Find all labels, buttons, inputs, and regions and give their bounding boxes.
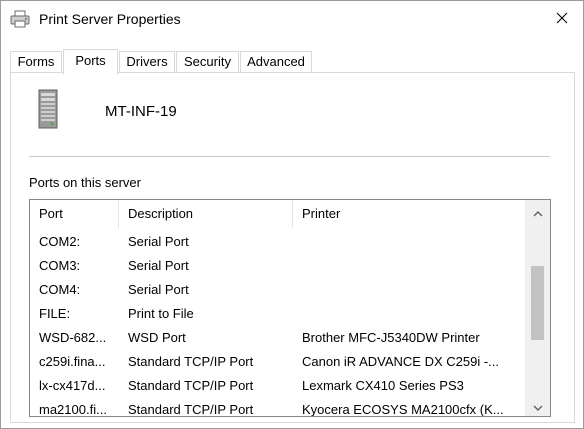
close-icon [556, 12, 568, 27]
list-item[interactable]: COM2: Serial Port [30, 230, 525, 254]
description-cell: Serial Port [128, 234, 189, 249]
port-cell: COM4: [39, 282, 81, 297]
vertical-scrollbar[interactable] [525, 200, 550, 416]
port-cell: COM2: [39, 234, 81, 249]
chevron-down-icon [533, 399, 543, 414]
list-item[interactable]: FILE: Print to File [30, 302, 525, 326]
print-server-properties-window: Print Server Properties Forms Ports Driv… [0, 0, 584, 429]
column-header-port[interactable]: Port [30, 200, 119, 228]
printer-cell [293, 254, 525, 278]
tab-advanced[interactable]: Advanced [240, 51, 312, 73]
description-cell: Print to File [128, 306, 194, 321]
printer-cell: Brother MFC-J5340DW Printer [302, 330, 480, 345]
server-name: MT-INF-19 [105, 103, 177, 120]
scroll-up-button[interactable] [525, 202, 550, 222]
port-cell: lx-cx417d... [39, 378, 106, 393]
tab-ports[interactable]: Ports [63, 49, 118, 75]
list-item[interactable]: WSD-682... WSD Port Brother MFC-J5340DW … [30, 326, 525, 350]
printer-cell [293, 230, 525, 254]
printer-cell [293, 302, 525, 326]
description-cell: Standard TCP/IP Port [128, 378, 254, 393]
ports-section-label: Ports on this server [29, 175, 141, 190]
description-cell: Standard TCP/IP Port [128, 402, 254, 417]
list-item[interactable]: ma2100.fi... Standard TCP/IP Port Kyocer… [30, 398, 525, 417]
description-cell: Standard TCP/IP Port [128, 354, 254, 369]
separator [29, 156, 550, 157]
scroll-thumb[interactable] [531, 266, 544, 340]
list-item[interactable]: lx-cx417d... Standard TCP/IP Port Lexmar… [30, 374, 525, 398]
scroll-down-button[interactable] [525, 396, 550, 416]
port-cell: c259i.fina... [39, 354, 106, 369]
printer-icon [10, 10, 30, 28]
tab-drivers[interactable]: Drivers [119, 51, 175, 73]
printer-cell: Kyocera ECOSYS MA2100cfx (K... [302, 402, 504, 417]
port-cell: COM3: [39, 258, 81, 273]
port-cell: ma2100.fi... [39, 402, 107, 417]
tab-forms[interactable]: Forms [10, 51, 62, 73]
list-header: Port Description Printer [30, 200, 525, 228]
column-header-printer[interactable]: Printer [293, 200, 525, 228]
window-title: Print Server Properties [39, 11, 181, 27]
list-item[interactable]: c259i.fina... Standard TCP/IP Port Canon… [30, 350, 525, 374]
close-button[interactable] [545, 5, 579, 33]
server-tower-icon [38, 89, 58, 129]
list-item[interactable]: COM4: Serial Port [30, 278, 525, 302]
printer-cell: Canon iR ADVANCE DX C259i -... [302, 354, 499, 369]
ports-list[interactable]: Port Description Printer COM2: Serial Po… [29, 199, 551, 417]
description-cell: Serial Port [128, 282, 189, 297]
description-cell: Serial Port [128, 258, 189, 273]
chevron-up-icon [533, 205, 543, 220]
port-cell: WSD-682... [39, 330, 107, 345]
printer-cell [293, 278, 525, 302]
port-cell: FILE: [39, 306, 71, 321]
description-cell: WSD Port [128, 330, 186, 345]
tab-security[interactable]: Security [176, 51, 239, 73]
title-bar[interactable]: Print Server Properties [1, 1, 583, 39]
list-item[interactable]: COM3: Serial Port [30, 254, 525, 278]
printer-cell: Lexmark CX410 Series PS3 [302, 378, 464, 393]
column-header-description[interactable]: Description [119, 200, 293, 228]
